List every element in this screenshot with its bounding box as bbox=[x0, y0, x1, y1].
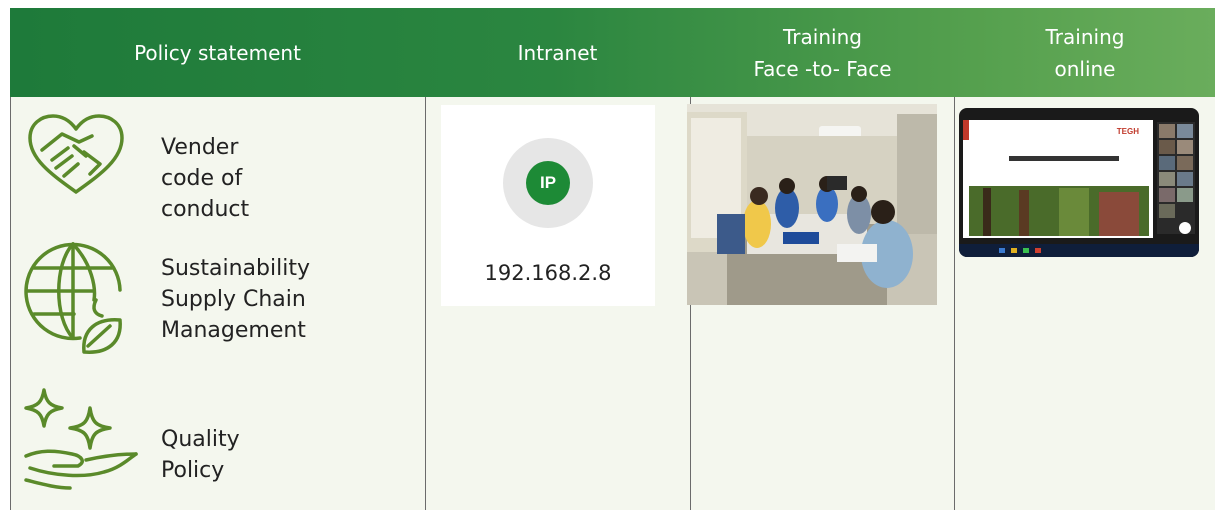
training-online-screenshot: TEGH bbox=[959, 108, 1199, 257]
header-training-online-line1: Training bbox=[1045, 24, 1125, 49]
column-divider bbox=[10, 97, 11, 510]
policy-label: Vender code of conduct bbox=[161, 135, 250, 222]
header-training-online: Training online bbox=[955, 8, 1215, 97]
header-intranet-label: Intranet bbox=[517, 40, 598, 65]
header-policy-label: Policy statement bbox=[134, 40, 301, 65]
policy-label: Sustainability Supply Chain Management bbox=[161, 256, 310, 343]
header-training-face: Training Face -to- Face bbox=[690, 8, 955, 97]
column-divider bbox=[954, 97, 955, 510]
column-divider bbox=[425, 97, 426, 510]
policy-item-quality[interactable]: Quality Policy bbox=[24, 388, 240, 492]
ip-icon: IP bbox=[526, 161, 570, 205]
sparkle-hand-icon bbox=[24, 388, 138, 490]
globe-leaf-icon bbox=[24, 242, 122, 354]
policy-label: Quality Policy bbox=[161, 427, 240, 483]
online-screen-brand: TEGH bbox=[1117, 127, 1139, 136]
header-policy-statement: Policy statement bbox=[10, 8, 425, 97]
intranet-card[interactable]: IP 192.168.2.8 bbox=[441, 105, 655, 306]
ip-badge-circle: IP bbox=[503, 138, 593, 228]
header-training-face-line2: Face -to- Face bbox=[753, 56, 892, 81]
policy-item-vendor-code[interactable]: Vender code of conduct bbox=[24, 112, 249, 222]
training-face-photo bbox=[687, 104, 937, 305]
table-header: Policy statement Intranet Training Face … bbox=[10, 8, 1215, 97]
intranet-address: 192.168.2.8 bbox=[484, 261, 612, 285]
handshake-heart-icon bbox=[28, 114, 124, 194]
header-intranet: Intranet bbox=[425, 8, 690, 97]
header-training-online-line2: online bbox=[1054, 56, 1116, 81]
header-training-face-line1: Training bbox=[783, 24, 862, 49]
ip-badge-text: IP bbox=[539, 173, 557, 192]
policy-item-supply-chain[interactable]: Sustainability Supply Chain Management bbox=[24, 242, 310, 360]
